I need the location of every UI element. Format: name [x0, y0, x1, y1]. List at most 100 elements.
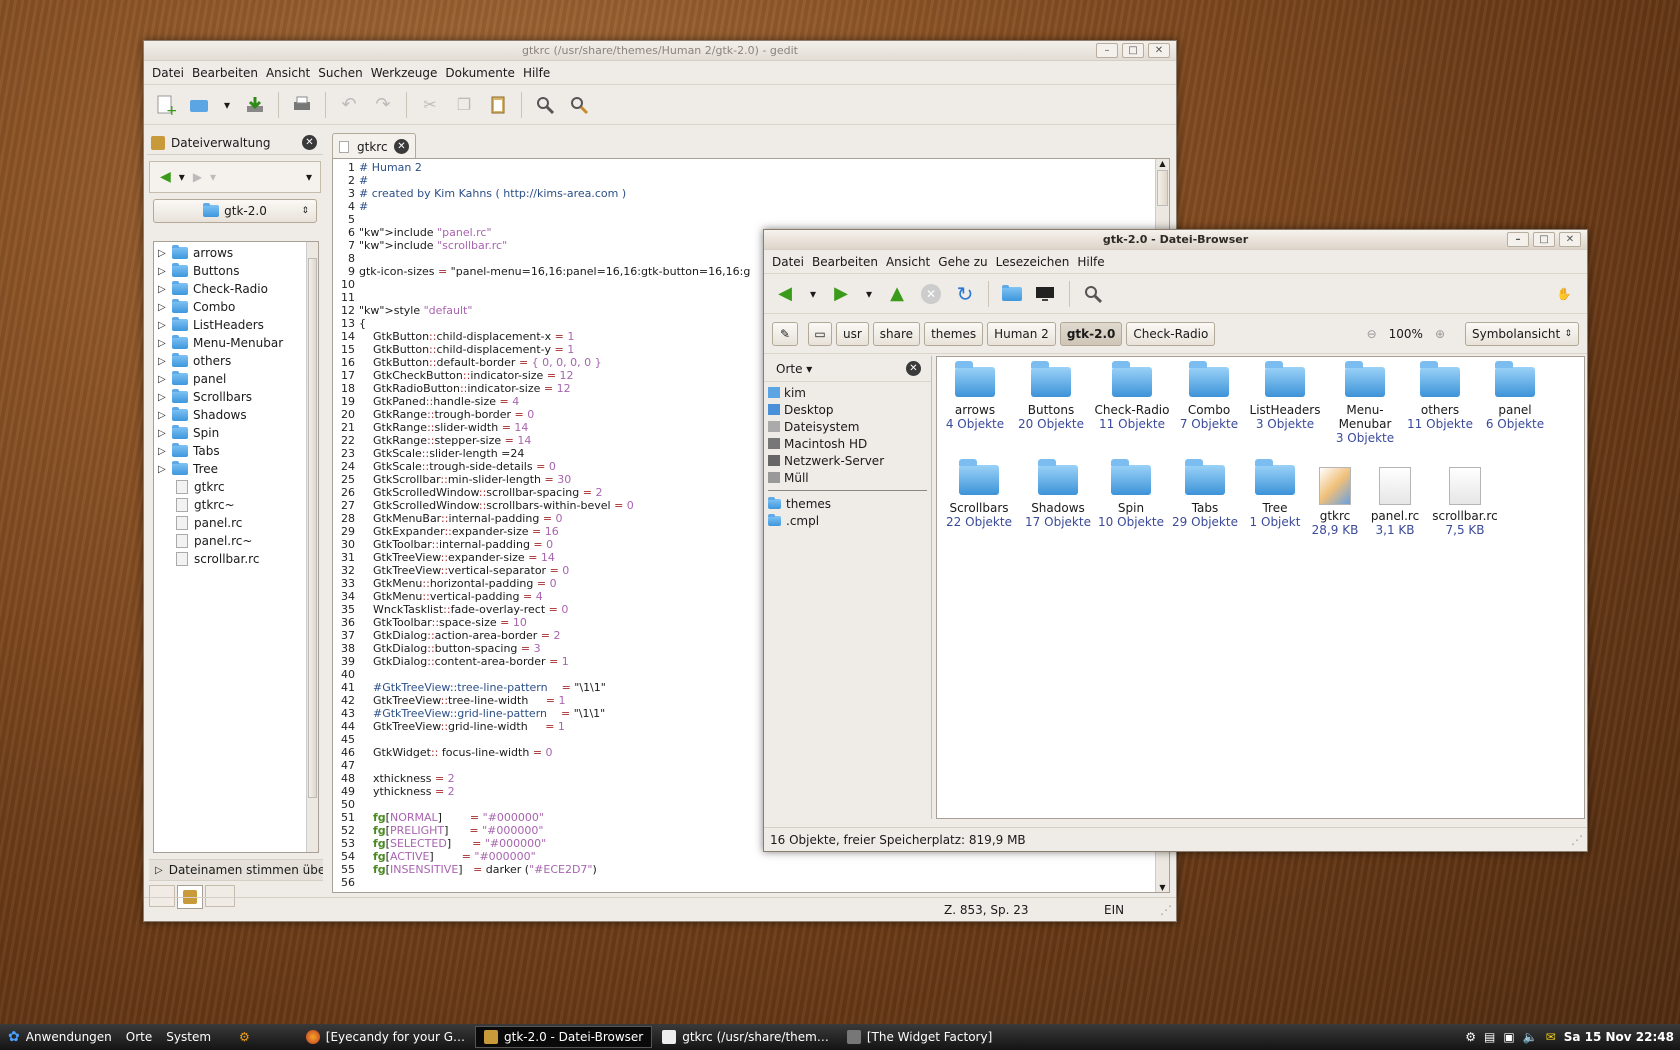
tree-folder-row[interactable]: ▷ Shadows — [154, 406, 318, 424]
icon-item[interactable]: Spin 10 Objekte — [1093, 459, 1169, 529]
icon-item[interactable]: Scrollbars 22 Objekte — [941, 459, 1017, 529]
place-item[interactable]: Netzwerk-Server — [764, 452, 931, 469]
forward-history-chevron-icon[interactable]: ▾ — [860, 279, 878, 309]
expander-arrow-icon[interactable]: ▷ — [158, 428, 172, 439]
icon-item[interactable]: arrows 4 Objekte — [937, 361, 1013, 431]
expander-arrow-icon[interactable]: ▷ — [158, 392, 172, 403]
mail-tray-icon[interactable]: ✉ — [1546, 1030, 1556, 1044]
maximize-button[interactable]: □ — [1122, 43, 1144, 58]
edit-location-icon[interactable]: ✎ — [772, 321, 798, 346]
computer-icon[interactable] — [1031, 279, 1061, 309]
icon-item[interactable]: panel.rc 3,1 KB — [1357, 465, 1433, 537]
tree-folder-row[interactable]: ▷ panel — [154, 370, 318, 388]
tree-folder-row[interactable]: ▷ Check-Radio — [154, 280, 318, 298]
expander-arrow-icon[interactable]: ▷ — [158, 266, 172, 277]
chevron-down-icon[interactable]: ▾ — [306, 170, 312, 184]
tree-file-row[interactable]: gtkrc~ — [154, 496, 318, 514]
search-icon[interactable] — [1078, 279, 1108, 309]
menu-ansicht[interactable]: Ansicht — [882, 255, 934, 269]
resize-grip-icon[interactable]: ⋰ — [1571, 828, 1583, 852]
filter-expander[interactable]: ▷ Dateinamen stimmen übere — [149, 859, 323, 881]
expander-arrow-icon[interactable]: ▷ — [158, 356, 172, 367]
tab-gtkrc[interactable]: gtkrc ✕ — [332, 133, 416, 159]
icon-item[interactable]: Shadows 17 Objekte — [1020, 459, 1096, 529]
menu-bearbeiten[interactable]: Bearbeiten — [808, 255, 882, 269]
save-icon[interactable] — [240, 90, 270, 120]
zoom-in-icon[interactable]: ⊕ — [1435, 327, 1445, 341]
menu-ansicht[interactable]: Ansicht — [262, 66, 314, 80]
forward-arrow-icon[interactable]: ▶ — [826, 279, 856, 309]
bookmark-item[interactable]: .cmpl — [764, 512, 931, 529]
task-file-browser[interactable]: gtk-2.0 - Datei-Browser — [475, 1026, 653, 1048]
tree-file-row[interactable]: panel.rc~ — [154, 532, 318, 550]
icon-item[interactable]: Combo 7 Objekte — [1171, 361, 1247, 431]
back-history-chevron-icon[interactable]: ▾ — [804, 279, 822, 309]
tree-folder-row[interactable]: ▷ ListHeaders — [154, 316, 318, 334]
place-item[interactable]: Dateisystem — [764, 418, 931, 435]
menu-suchen[interactable]: Suchen — [314, 66, 366, 80]
forward-arrow-icon[interactable]: ▶ — [193, 170, 202, 184]
place-item[interactable]: Desktop — [764, 401, 931, 418]
crumb-gtk-2-0[interactable]: gtk-2.0 — [1059, 321, 1123, 346]
new-document-icon[interactable]: + — [150, 90, 180, 120]
settings-tray-icon[interactable]: ⚙ — [1465, 1030, 1476, 1044]
places-selector[interactable]: Orte ▾ — [776, 362, 812, 376]
tree-folder-row[interactable]: ▷ Tree — [154, 460, 318, 478]
icon-item[interactable]: Tabs 29 Objekte — [1167, 459, 1243, 529]
tree-folder-row[interactable]: ▷ Menu-Menubar — [154, 334, 318, 352]
task-gedit[interactable]: gtkrc (/usr/share/them… — [654, 1026, 837, 1048]
tree-folder-row[interactable]: ▷ arrows — [154, 244, 318, 262]
menu-lesezeichen[interactable]: Lesezeichen — [992, 255, 1074, 269]
root-drive-icon[interactable]: ▭ — [808, 321, 832, 346]
redo-icon[interactable]: ↷ — [368, 90, 398, 120]
menu-dokumente[interactable]: Dokumente — [441, 66, 519, 80]
search-icon[interactable] — [530, 90, 560, 120]
expander-arrow-icon[interactable]: ▷ — [158, 338, 172, 349]
place-item[interactable]: Macintosh HD — [764, 435, 931, 452]
minimize-button[interactable]: – — [1096, 43, 1118, 58]
icon-item[interactable]: Buttons 20 Objekte — [1013, 361, 1089, 431]
chevron-down-icon[interactable]: ▾ — [210, 170, 216, 184]
icon-item[interactable]: panel 6 Objekte — [1477, 361, 1553, 431]
icon-item[interactable]: others 11 Objekte — [1402, 361, 1478, 431]
menu-werkzeuge[interactable]: Werkzeuge — [367, 66, 442, 80]
minimize-button[interactable]: – — [1507, 232, 1529, 247]
close-sidebar-icon[interactable]: ✕ — [906, 361, 921, 376]
place-item[interactable]: kim — [764, 384, 931, 401]
resize-grip-icon[interactable]: ⋰ — [1160, 898, 1172, 922]
up-arrow-icon[interactable]: ▲ — [882, 279, 912, 309]
menu-orte[interactable]: Orte — [126, 1030, 152, 1044]
network-tray-icon[interactable]: ▣ — [1503, 1030, 1514, 1044]
tree-file-row[interactable]: panel.rc — [154, 514, 318, 532]
open-dropdown-chevron-icon[interactable]: ▾ — [218, 90, 236, 120]
chevron-down-icon[interactable]: ▾ — [179, 170, 185, 184]
clock[interactable]: Sa 15 Nov 22:48 — [1564, 1030, 1674, 1044]
close-panel-icon[interactable]: ✕ — [302, 135, 317, 150]
back-arrow-icon[interactable]: ◀ — [160, 169, 171, 185]
expander-arrow-icon[interactable]: ▷ — [158, 248, 172, 259]
tree-folder-row[interactable]: ▷ Spin — [154, 424, 318, 442]
icon-view[interactable]: arrows 4 Objekte Buttons 20 Objekte Check-Ra… — [936, 356, 1585, 819]
open-folder-icon[interactable] — [184, 90, 214, 120]
close-button[interactable]: ✕ — [1148, 43, 1170, 58]
tree-folder-row[interactable]: ▷ Buttons — [154, 262, 318, 280]
clipboard-tray-icon[interactable]: ▤ — [1484, 1030, 1495, 1044]
menu-bearbeiten[interactable]: Bearbeiten — [188, 66, 262, 80]
expander-arrow-icon[interactable]: ▷ — [158, 410, 172, 421]
task-firefox[interactable]: [Eyecandy for your G… — [298, 1026, 473, 1048]
menu-hilfe[interactable]: Hilfe — [1073, 255, 1108, 269]
menu-datei[interactable]: Datei — [148, 66, 188, 80]
menu-datei[interactable]: Datei — [768, 255, 808, 269]
home-folder-icon[interactable] — [997, 279, 1027, 309]
print-icon[interactable] — [287, 90, 317, 120]
crumb-check-radio[interactable]: Check-Radio — [1126, 321, 1216, 346]
browser-titlebar[interactable]: gtk-2.0 - Datei-Browser – □ ✕ — [764, 230, 1587, 250]
menu-anwendungen[interactable]: Anwendungen — [26, 1030, 112, 1044]
expander-arrow-icon[interactable]: ▷ — [158, 374, 172, 385]
replace-icon[interactable] — [564, 90, 594, 120]
volume-tray-icon[interactable]: 🔈 — [1523, 1030, 1538, 1044]
gedit-titlebar[interactable]: gtkrc (/usr/share/themes/Human 2/gtk-2.0… — [144, 41, 1176, 61]
close-tab-icon[interactable]: ✕ — [394, 139, 409, 154]
expander-arrow-icon[interactable]: ▷ — [158, 320, 172, 331]
crumb-human-2[interactable]: Human 2 — [987, 321, 1056, 346]
